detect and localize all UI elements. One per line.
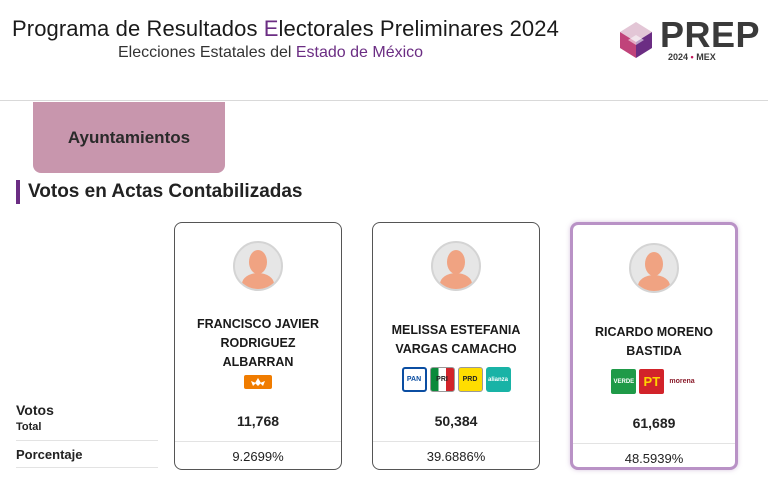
total-label: Total xyxy=(16,421,42,433)
logo-subtext: 2024 • MEX xyxy=(668,52,716,62)
alianza-logo-icon: alianza xyxy=(485,367,511,392)
verde-logo-icon: VERDE xyxy=(611,369,637,394)
candidate-avatar-icon xyxy=(629,243,679,293)
prep-logo[interactable]: PREP 2024 • MEX xyxy=(614,14,764,66)
candidate-avatar-icon xyxy=(431,241,481,291)
candidate-percentage: 39.6886% xyxy=(426,449,486,464)
candidate-percentage: 48.5939% xyxy=(624,451,684,466)
party-logos: PAN PRI PRD alianza xyxy=(373,367,539,392)
candidate-votes: 61,689 xyxy=(632,415,676,431)
pan-logo-icon: PAN xyxy=(401,367,427,392)
candidate-card[interactable]: MELISSA ESTEFANIA VARGAS CAMACHO PAN PRI… xyxy=(372,222,540,470)
card-divider xyxy=(573,443,735,444)
section-title: Votos en Actas Contabilizadas xyxy=(16,180,303,204)
section-accent-bar xyxy=(16,180,20,204)
party-logos: VERDE PT morena xyxy=(573,369,735,394)
page-title: Programa de Resultados Electorales Preli… xyxy=(12,16,559,41)
pt-logo-icon: PT xyxy=(639,369,665,394)
candidate-name: MELISSA ESTEFANIA VARGAS CAMACHO xyxy=(391,323,521,356)
candidate-name: FRANCISCO JAVIER RODRIGUEZ ALBARRAN xyxy=(196,317,319,369)
tab-ayuntamientos[interactable]: Ayuntamientos xyxy=(33,102,225,173)
candidate-avatar-icon xyxy=(233,241,283,291)
page-header: Programa de Resultados Electorales Preli… xyxy=(0,0,768,101)
row-divider xyxy=(16,467,158,468)
card-divider xyxy=(373,441,539,442)
pri-logo-icon: PRI xyxy=(429,367,455,392)
card-divider xyxy=(175,441,341,442)
candidate-card-leading[interactable]: RICARDO MORENO BASTIDA VERDE PT morena 6… xyxy=(570,222,738,470)
morena-logo-icon: morena xyxy=(669,378,695,385)
logo-wordmark: PREP xyxy=(660,14,761,55)
candidate-percentage: 9.2699% xyxy=(232,449,284,464)
candidate-card[interactable]: FRANCISCO JAVIER RODRIGUEZ ALBARRAN 11,7… xyxy=(174,222,342,470)
row-divider xyxy=(16,440,158,441)
votos-label: Votos xyxy=(16,402,54,418)
party-logos xyxy=(175,375,341,389)
movimiento-ciudadano-logo-icon xyxy=(244,375,272,389)
section-title-text: Votos en Actas Contabilizadas xyxy=(28,181,303,202)
candidate-name: RICARDO MORENO BASTIDA xyxy=(594,325,714,358)
prep-cube-icon xyxy=(620,22,652,58)
page-subtitle: Elecciones Estatales del Estado de Méxic… xyxy=(118,44,424,61)
candidate-votes: 50,384 xyxy=(434,413,478,429)
porcentaje-label: Porcentaje xyxy=(16,447,83,462)
prd-logo-icon: PRD xyxy=(457,367,483,392)
candidate-votes: 11,768 xyxy=(236,413,280,429)
